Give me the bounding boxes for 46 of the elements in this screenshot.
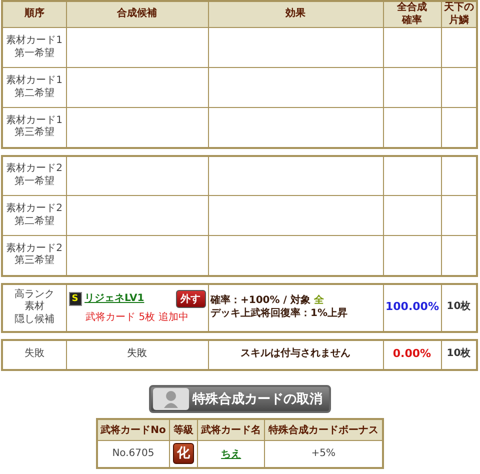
separator: /: [283, 295, 287, 306]
slot-label: 素材カード1: [5, 114, 64, 126]
rank-badge: S: [68, 292, 82, 306]
column-header: 確率: [400, 14, 423, 27]
success-rate: 100.00%: [386, 300, 439, 314]
effect-text: スキルは付与されません: [240, 348, 350, 360]
column-header: 天下の: [442, 2, 475, 14]
slot-label: 素材カード2: [5, 242, 64, 254]
column-header: 効果: [284, 8, 306, 21]
effect-description: デッキ上武将回復率：1%上昇: [210, 308, 348, 320]
slot-label: 第三希望: [13, 127, 56, 140]
effect-probability: 確率：+100%: [210, 295, 280, 306]
slot-label: 素材カード2: [5, 203, 64, 216]
column-header: 特殊合成カードボーナス: [264, 418, 382, 440]
column-header: 武将カード名: [198, 418, 265, 440]
slot-label: 第一希望: [13, 48, 56, 60]
column-header: 武将カードNo: [96, 418, 170, 440]
slot-label: 失敗: [23, 348, 46, 361]
slot-label: 第二希望: [13, 216, 56, 228]
column-header: 順序: [23, 8, 46, 21]
slot-label: 高ランク: [13, 288, 56, 300]
piece-count: 10枚: [446, 301, 471, 312]
column-header: 全合成: [396, 2, 428, 14]
remove-button[interactable]: 外す: [176, 290, 206, 308]
skill-link[interactable]: リジェネLV1: [84, 293, 144, 306]
column-header: 等級: [169, 418, 198, 440]
slot-label: 第一希望: [13, 176, 56, 188]
slot-label: 素材カード2: [5, 163, 64, 176]
candidate-text: 失敗: [127, 348, 147, 360]
column-header: 片鱗: [448, 14, 470, 27]
slot-label: 隠し候補: [13, 314, 56, 326]
slot-label: 第三希望: [13, 255, 56, 268]
cancel-special-card-button[interactable]: 特殊合成カードの取消: [148, 384, 330, 412]
column-header: 合成候補: [116, 8, 158, 21]
slot-label: 素材カード1: [5, 35, 64, 48]
slot-label: 第二希望: [13, 88, 56, 100]
portrait-icon: [152, 388, 188, 410]
target-value: 全: [314, 295, 324, 306]
target-label: 対象: [290, 295, 310, 306]
piece-count: 10枚: [446, 348, 471, 360]
grade-badge: 化: [172, 443, 194, 464]
card-name-link[interactable]: ちえ: [221, 448, 242, 460]
added-note: 武将カード 5枚 追加中: [84, 312, 190, 325]
success-rate: 0.00%: [392, 347, 432, 360]
slot-label: 素材カード1: [5, 75, 64, 88]
slot-label: 素材: [23, 301, 46, 314]
